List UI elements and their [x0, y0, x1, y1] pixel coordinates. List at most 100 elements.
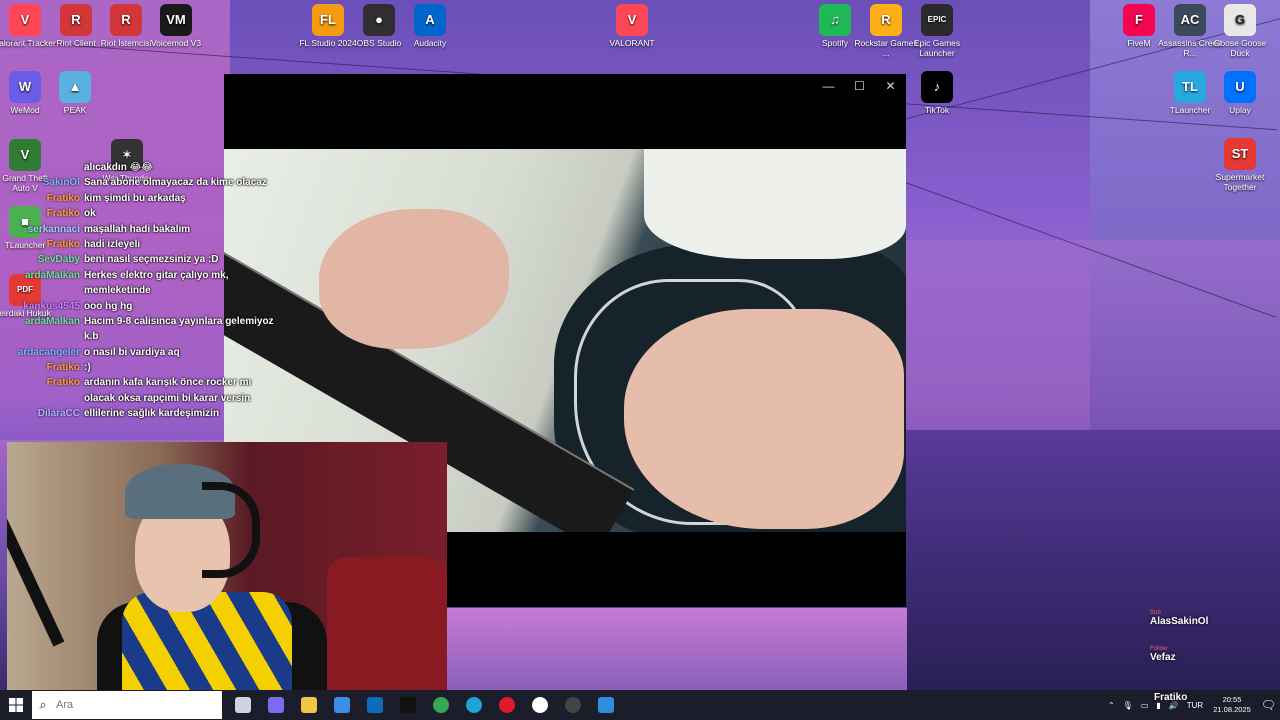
chat-message: alıcakdın 😂😂	[0, 160, 300, 175]
alert-item: Fratiko	[1154, 692, 1187, 703]
chat-message: Fratiko kim şimdi bu arkadaş	[0, 191, 300, 206]
desktop-icon-goose-goose-duck[interactable]: G Goose Goose Duck	[1208, 4, 1272, 58]
copilot-icon	[267, 697, 284, 713]
chat-username: kankus4545	[23, 300, 80, 312]
taskbar-app-outlook[interactable]	[358, 690, 391, 720]
desktop-icon-supermarket-together[interactable]: ST Supermarket Together	[1208, 138, 1272, 192]
chat-username: ardacangeler	[17, 346, 80, 358]
spotify-icon: ♫	[819, 4, 851, 36]
chat-text: beni nasıl seçmezsiniz ya :D	[84, 254, 219, 266]
riot-istemcisi-icon: R	[110, 4, 142, 36]
chat-text: o nasıl bi vardiya aq	[84, 346, 180, 358]
start-button[interactable]	[0, 690, 32, 720]
scarf	[122, 592, 292, 690]
headphones	[202, 482, 260, 578]
webcam-overlay	[7, 442, 447, 690]
chat-username	[0, 283, 84, 298]
chat-text: maşallah hadi bakalım	[84, 223, 191, 235]
taskbar-app-obs[interactable]	[556, 690, 589, 720]
uplay-icon: U	[1224, 71, 1256, 103]
clock[interactable]: 20:55 21.08.2025	[1207, 695, 1257, 715]
chat-message: SakinOl Sana abone olmayacaz da kime olac…	[0, 175, 300, 190]
taskbar-app-tiktok[interactable]	[391, 690, 424, 720]
desktop-icon-voicemod[interactable]: VM Voicemod V3	[144, 4, 208, 48]
minimize-button[interactable]: —	[813, 74, 844, 98]
chat-text: ardanın kafa karışık önce rocker mı	[84, 377, 252, 389]
opera-icon	[498, 697, 515, 713]
window-controls: — ☐ ✕	[813, 74, 906, 98]
taskbar-app-edge[interactable]	[457, 690, 490, 720]
taskbar-search[interactable]: ⌕	[32, 691, 222, 719]
chat-username: Fratiko	[46, 238, 80, 250]
alert-item: Sub AlasSakinOl	[1150, 610, 1208, 627]
chat-username: SevDaby	[37, 254, 80, 266]
desktop-icon-label: Audacity	[413, 38, 447, 48]
chat-message: serkannaci maşallah hadi bakalım	[0, 222, 300, 237]
chat-username	[0, 391, 84, 406]
valorant-icon: V	[616, 4, 648, 36]
chat-username: Fratiko	[46, 377, 80, 389]
chat-username: Fratiko	[46, 192, 80, 204]
assassins-creed-icon: AC	[1174, 4, 1206, 36]
edge-icon	[465, 697, 482, 713]
chat-message: memleketinde	[0, 283, 300, 298]
taskbar-app-file-explorer[interactable]	[292, 690, 325, 720]
chat-message: DilaraCC ellilerine sağlık kardeşimizin	[0, 406, 300, 421]
voicemod-icon: VM	[160, 4, 192, 36]
taskbar: ⌕ ⌃ 🎙 ▭ ▮ 🔊 TUR 20:55 21.08.2025 🗨	[0, 690, 1280, 720]
network-icon[interactable]: ▭	[1137, 701, 1153, 710]
search-input[interactable]	[54, 698, 208, 712]
desktop-icon-audacity[interactable]: A Audacity	[398, 4, 462, 48]
chat-message: ardacangeler o nasıl bi vardiya aq	[0, 345, 300, 360]
close-button[interactable]: ✕	[875, 74, 906, 98]
store-icon	[333, 697, 350, 713]
chat-message: Fratiko ok	[0, 206, 300, 221]
obs-icon	[564, 697, 581, 713]
desktop-icon-tiktok[interactable]: ♪ TikTok	[905, 71, 969, 115]
chat-text: :)	[84, 362, 91, 374]
chat-text: olacak oksa rapçimi bi karar versin	[84, 392, 251, 404]
desktop-icon-valorant[interactable]: V VALORANT	[600, 4, 664, 48]
alert-name: Fratiko	[1154, 692, 1188, 703]
desktop-icon-epic-games[interactable]: EPIC Epic Games Launcher	[905, 4, 969, 58]
tiktok-icon	[399, 697, 416, 713]
chat-message: olacak oksa rapçimi bi karar versin	[0, 391, 300, 406]
chat-message: kankus4545 ooo hg hg	[0, 299, 300, 314]
chat-text: alıcakdın 😂😂	[84, 162, 153, 173]
picking-hand	[624, 309, 904, 529]
taskbar-app-chrome[interactable]	[424, 690, 457, 720]
taskbar-app-task-view[interactable]	[226, 690, 259, 720]
taskbar-app-store[interactable]	[325, 690, 358, 720]
maximize-button[interactable]: ☐	[844, 74, 875, 98]
notification-icon[interactable]: 🗨	[1257, 698, 1280, 712]
chat-username: ardaMalkan	[24, 315, 80, 327]
task-view-icon	[234, 697, 251, 713]
desktop-icon-label: VALORANT	[609, 38, 655, 48]
taskbar-app-vscode[interactable]	[589, 690, 622, 720]
alert-name: Vefaz	[1150, 652, 1176, 663]
chat-username: Fratiko	[46, 362, 80, 374]
yandex-icon	[531, 697, 548, 713]
desktop-icon-label: Epic Games Launcher	[913, 38, 961, 58]
chat-message: Fratiko hadi izleyeli	[0, 237, 300, 252]
fl-studio-icon: FL	[312, 4, 344, 36]
desktop-icon-uplay[interactable]: U Uplay	[1208, 71, 1272, 115]
taskbar-app-copilot[interactable]	[259, 690, 292, 720]
chat-message: k.b	[0, 329, 300, 344]
chat-username	[0, 329, 84, 344]
alert-item: Follow Vefaz	[1150, 646, 1176, 663]
search-icon: ⌕	[39, 697, 47, 712]
tlauncher-icon: TL	[1174, 71, 1206, 103]
wallpaper-rooftop	[906, 240, 1280, 440]
chat-message: SevDaby beni nasıl seçmezsiniz ya :D	[0, 252, 300, 267]
valorant-tracker-icon: V	[9, 4, 41, 36]
chat-username: serkannaci	[27, 223, 80, 235]
chair	[327, 557, 447, 690]
taskbar-app-opera[interactable]	[490, 690, 523, 720]
chat-text: memleketinde	[84, 285, 151, 297]
taskbar-app-yandex[interactable]	[523, 690, 556, 720]
wallpaper-station	[906, 430, 1280, 690]
microphone-icon[interactable]: 🎙	[1119, 701, 1137, 710]
chevron-up-icon[interactable]: ⌃	[1104, 701, 1119, 710]
desktop-icon-peak[interactable]: ▲ PEAK	[43, 71, 107, 115]
